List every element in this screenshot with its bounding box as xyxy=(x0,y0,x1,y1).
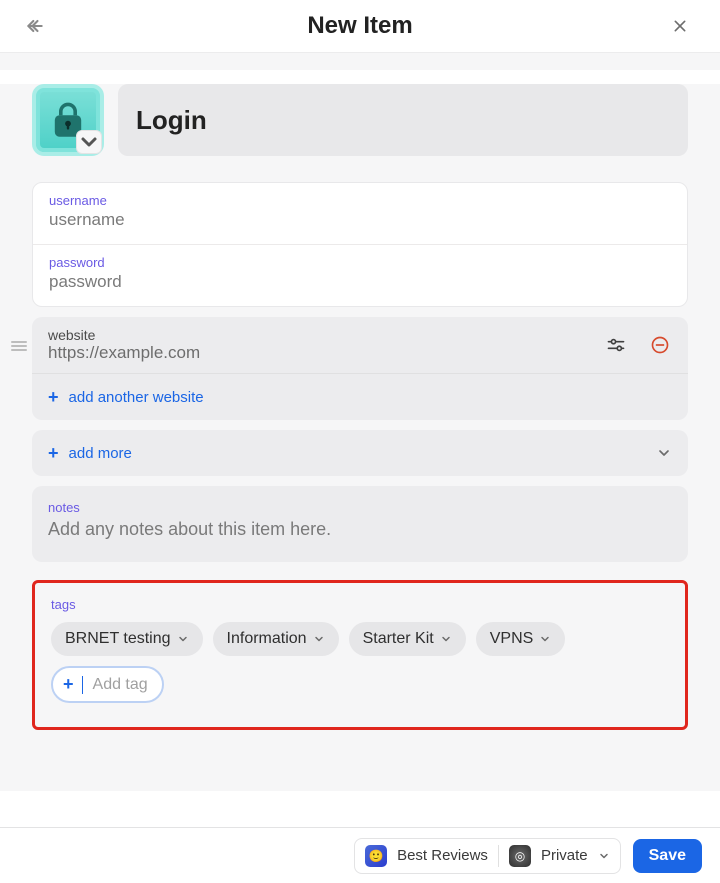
password-label: password xyxy=(49,255,671,270)
website-section: website https://example.com xyxy=(32,317,688,420)
username-value: username xyxy=(49,210,671,230)
account-icon: 🙂 xyxy=(365,845,387,867)
separator xyxy=(498,845,499,867)
divider xyxy=(0,52,720,70)
username-field[interactable]: username username xyxy=(33,183,687,244)
add-more-label: add more xyxy=(69,445,132,462)
plus-icon: + xyxy=(48,444,59,462)
add-tag-input[interactable]: + Add tag xyxy=(51,666,164,703)
notes-field[interactable]: notes Add any notes about this item here… xyxy=(32,486,688,562)
tag-label: Information xyxy=(227,630,307,648)
chevron-down-icon xyxy=(177,633,189,645)
chevron-down-icon xyxy=(440,633,452,645)
website-settings-button[interactable] xyxy=(604,333,628,357)
plus-icon: + xyxy=(48,388,59,406)
credentials-card: username username password password xyxy=(32,182,688,307)
tag-pill[interactable]: Information xyxy=(213,622,339,656)
vault-icon: ◎ xyxy=(509,845,531,867)
vault-picker[interactable]: 🙂 Best Reviews ◎ Private xyxy=(354,838,621,874)
add-more-button[interactable]: + add more xyxy=(32,430,688,476)
add-website-button[interactable]: + add another website xyxy=(32,373,688,420)
tags-section: tags BRNET testing Information Starter K… xyxy=(32,580,688,730)
add-more-section: + add more xyxy=(32,430,688,476)
back-button[interactable] xyxy=(22,13,48,39)
website-remove-button[interactable] xyxy=(648,333,672,357)
notes-label: notes xyxy=(48,500,672,515)
username-label: username xyxy=(49,193,671,208)
tag-label: VPNS xyxy=(490,630,534,648)
tag-pill[interactable]: BRNET testing xyxy=(51,622,203,656)
tag-label: BRNET testing xyxy=(65,630,171,648)
tag-pill[interactable]: Starter Kit xyxy=(349,622,466,656)
item-title-input[interactable]: Login xyxy=(118,84,688,156)
item-category-icon[interactable] xyxy=(32,84,104,156)
chevron-down-icon xyxy=(539,633,551,645)
remove-icon xyxy=(650,335,670,355)
website-field[interactable]: website https://example.com xyxy=(32,317,688,373)
drag-handle-icon[interactable] xyxy=(10,339,28,353)
vault-name: Private xyxy=(541,847,588,864)
chevron-down-icon xyxy=(656,445,672,461)
chevron-down-icon xyxy=(313,633,325,645)
chevron-down-icon xyxy=(77,124,101,160)
password-value: password xyxy=(49,272,671,292)
tag-label: Starter Kit xyxy=(363,630,434,648)
account-name: Best Reviews xyxy=(397,847,488,864)
chevron-down-icon xyxy=(598,850,610,862)
text-cursor xyxy=(82,676,83,694)
website-label: website xyxy=(48,327,604,343)
password-field[interactable]: password password xyxy=(33,244,687,306)
add-tag-placeholder: Add tag xyxy=(93,676,148,694)
save-button[interactable]: Save xyxy=(633,839,702,873)
dialog-header: New Item xyxy=(0,0,720,52)
category-picker-chevron[interactable] xyxy=(76,130,102,154)
tags-label: tags xyxy=(51,597,669,612)
website-value: https://example.com xyxy=(48,343,604,363)
dialog-footer: 🙂 Best Reviews ◎ Private Save xyxy=(0,827,720,883)
close-button[interactable] xyxy=(670,16,690,36)
notes-placeholder: Add any notes about this item here. xyxy=(48,519,672,540)
tag-row: BRNET testing Information Starter Kit VP… xyxy=(51,622,669,703)
title-row: Login xyxy=(32,84,688,156)
tag-pill[interactable]: VPNS xyxy=(476,622,566,656)
plus-icon: + xyxy=(63,674,74,695)
sliders-icon xyxy=(606,335,626,355)
page-title: New Item xyxy=(307,12,412,40)
add-website-label: add another website xyxy=(69,389,204,406)
